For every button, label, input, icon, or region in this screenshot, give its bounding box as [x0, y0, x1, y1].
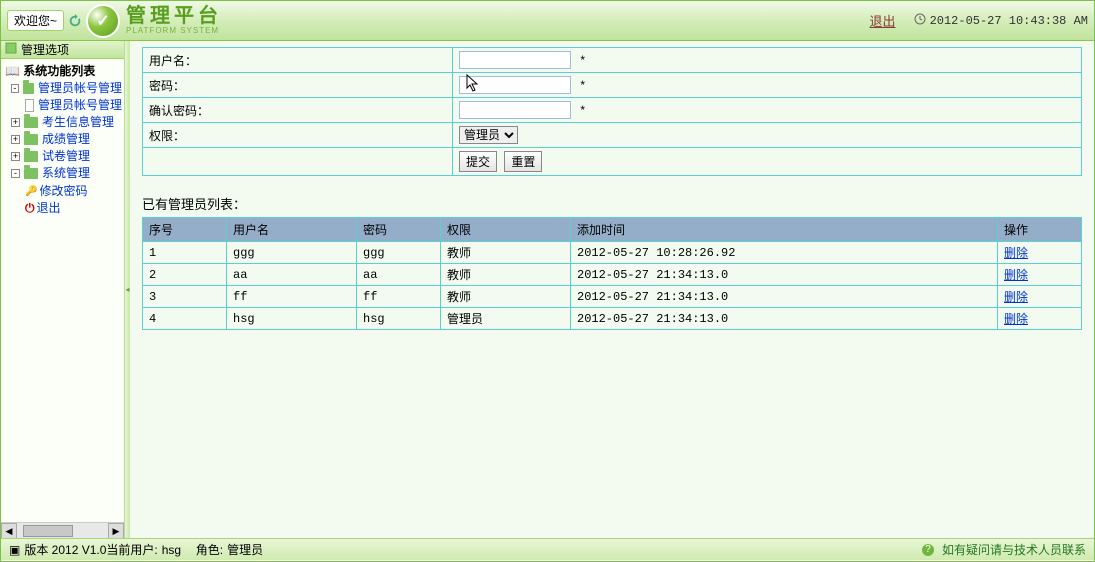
admin-list-table: 序号 用户名 密码 权限 添加时间 操作 1gggggg教师2012-05-27… [142, 217, 1082, 330]
sidebar-header-title: 管理选项 [21, 41, 69, 58]
scroll-left-icon[interactable]: ◀ [1, 523, 17, 538]
footer-current-user: 当前用户:hsg 角色:管理员 [106, 541, 922, 558]
brand-subtitle: PLATFORM SYSTEM [126, 26, 222, 35]
username-input[interactable] [459, 51, 571, 69]
brand-logo-icon [86, 4, 120, 38]
sidebar-item-exit[interactable]: ⏻ 退出 [3, 200, 122, 217]
sidebar-header: 管理选项 [1, 41, 124, 59]
key-icon [25, 182, 37, 200]
table-row: 2aaaa教师2012-05-27 21:34:13.0删除 [143, 264, 1082, 286]
col-time: 添加时间 [571, 218, 998, 242]
folder-icon [24, 134, 38, 145]
folder-icon [24, 168, 38, 179]
welcome-badge: 欢迎您~ [7, 10, 64, 31]
label-password: 密码： [143, 73, 453, 98]
label-username: 用户名： [143, 48, 453, 73]
label-confirm-password: 确认密码： [143, 98, 453, 123]
sidebar-hscrollbar[interactable]: ◀ ▶ [1, 522, 124, 538]
delete-link[interactable]: 删除 [1004, 312, 1028, 326]
admin-form: 用户名： * 密码： * 确认密码： * [142, 47, 1082, 176]
options-icon [5, 42, 17, 57]
folder-icon [24, 117, 38, 128]
footer-help[interactable]: ? 如有疑问请与技术人员联系 [922, 541, 1086, 558]
required-mark: * [580, 78, 585, 92]
table-row: 1gggggg教师2012-05-27 10:28:26.92删除 [143, 242, 1082, 264]
sidebar-item-admin-accounts[interactable]: - 管理员帐号管理 [3, 80, 122, 97]
sidebar-item-examinee-info[interactable]: + 考生信息管理 [3, 114, 122, 131]
main-content: 用户名： * 密码： * 确认密码： * [130, 41, 1094, 538]
required-mark: * [580, 53, 585, 67]
version-icon: ▣ [9, 543, 20, 557]
nav-tree-title: 📖 系统功能列表 [3, 63, 122, 80]
scroll-thumb[interactable] [23, 525, 73, 537]
confirm-password-input[interactable] [459, 101, 571, 119]
required-mark: * [580, 103, 585, 117]
delete-link[interactable]: 删除 [1004, 246, 1028, 260]
reset-button[interactable]: 重置 [504, 151, 542, 172]
col-pwd: 密码 [357, 218, 441, 242]
clock-icon [914, 13, 926, 29]
sidebar-item-admin-accounts-sub[interactable]: 管理员帐号管理 [3, 97, 122, 114]
logout-link[interactable]: 退出 [870, 11, 896, 30]
status-bar: ▣ 版本 2012 V1.0 当前用户:hsg 角色:管理员 ? 如有疑问请与技… [1, 538, 1094, 560]
col-seq: 序号 [143, 218, 227, 242]
help-icon: ? [922, 544, 934, 556]
delete-link[interactable]: 删除 [1004, 290, 1028, 304]
sidebar-item-system-mgmt[interactable]: - 系统管理 [3, 165, 122, 182]
brand-title: 管理平台 [126, 6, 222, 26]
scroll-right-icon[interactable]: ▶ [108, 523, 124, 538]
sidebar-item-score-mgmt[interactable]: + 成绩管理 [3, 131, 122, 148]
folder-icon [24, 151, 38, 162]
nav-tree: 📖 系统功能列表 - 管理员帐号管理 管理员帐号管理 + 考生信息管理 [1, 59, 124, 522]
submit-button[interactable]: 提交 [459, 151, 497, 172]
sidebar-item-exam-mgmt[interactable]: + 试卷管理 [3, 148, 122, 165]
expand-icon[interactable]: + [11, 118, 20, 127]
table-row: 3ffff教师2012-05-27 21:34:13.0删除 [143, 286, 1082, 308]
delete-link[interactable]: 删除 [1004, 268, 1028, 282]
col-role: 权限 [441, 218, 571, 242]
table-row: 4hsghsg管理员2012-05-27 21:34:13.0删除 [143, 308, 1082, 330]
role-select[interactable]: 管理员 [459, 126, 518, 144]
label-role: 权限： [143, 123, 453, 148]
table-header-row: 序号 用户名 密码 权限 添加时间 操作 [143, 218, 1082, 242]
book-icon: 📖 [5, 64, 20, 78]
expand-icon[interactable]: + [11, 152, 20, 161]
page-icon [25, 99, 34, 112]
collapse-icon[interactable]: - [11, 84, 19, 93]
datetime-display: 2012-05-27 10:43:38 AM [914, 13, 1088, 29]
password-input[interactable] [459, 76, 571, 94]
sidebar: 管理选项 📖 系统功能列表 - 管理员帐号管理 管理员帐号管理 + [1, 41, 125, 538]
refresh-icon[interactable] [68, 14, 82, 28]
brand-block: 管理平台 PLATFORM SYSTEM [126, 6, 222, 35]
footer-version: ▣ 版本 2012 V1.0 [9, 541, 106, 558]
app-header: 欢迎您~ 管理平台 PLATFORM SYSTEM 退出 2012-05-27 … [1, 1, 1094, 41]
admin-list-title: 已有管理员列表： [142, 194, 1082, 213]
col-user: 用户名 [227, 218, 357, 242]
exit-icon: ⏻ [25, 200, 35, 217]
col-action: 操作 [998, 218, 1082, 242]
expand-icon[interactable]: + [11, 135, 20, 144]
sidebar-item-change-password[interactable]: 修改密码 [3, 182, 122, 200]
folder-icon [23, 83, 34, 94]
collapse-icon[interactable]: - [11, 169, 20, 178]
